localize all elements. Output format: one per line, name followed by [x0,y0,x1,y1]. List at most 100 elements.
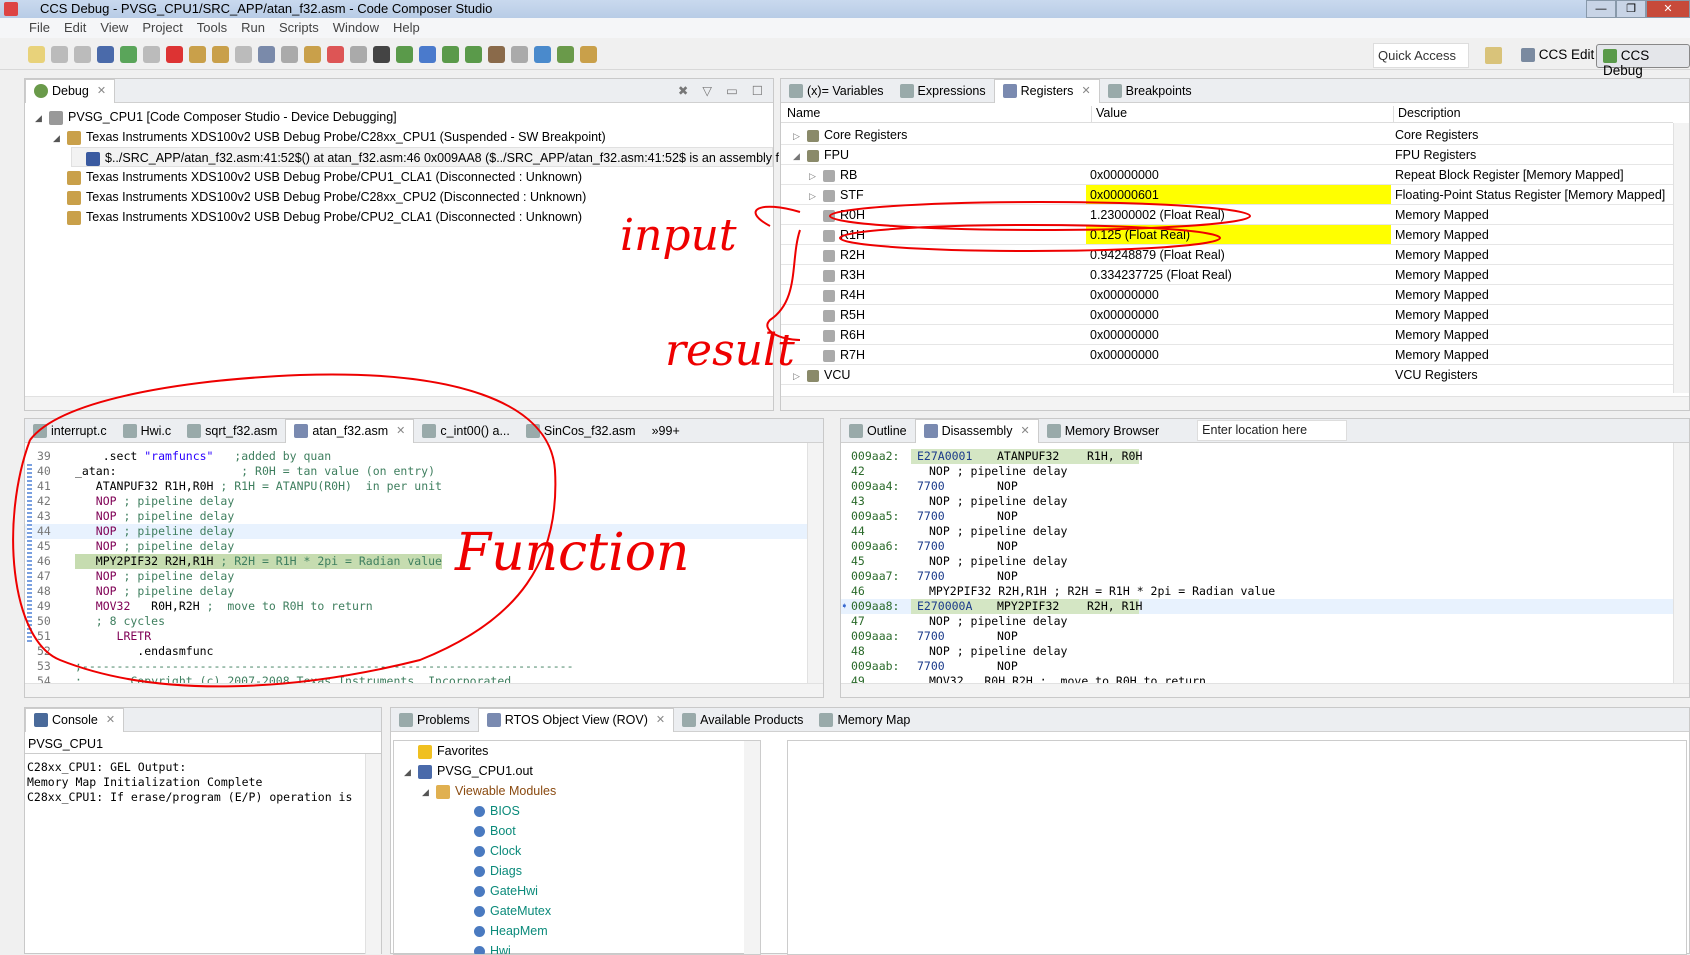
toolbar-button-icon[interactable] [488,46,505,63]
expand-icon[interactable]: ◢ [793,146,807,164]
tab-registers-0[interactable]: (x)= Variables [781,79,892,103]
column-header-description[interactable]: Description [1393,106,1461,123]
menu-run[interactable]: Run [234,18,272,38]
toolbar-button-icon[interactable] [419,46,436,63]
toolbar-button-icon[interactable] [511,46,528,63]
rov-tree-item[interactable]: ◢ Viewable Modules [422,781,556,801]
horizontal-scrollbar[interactable] [25,396,773,410]
disassembly-line[interactable]: 009aa8: E270000A MPY2PIF32 R2H, R1H ➧ [841,599,1673,614]
toolbar-button-icon[interactable] [51,46,68,63]
register-value[interactable]: 0.125 (Float Real) [1086,225,1391,244]
tab-registers-1[interactable]: Expressions [892,79,994,103]
register-value[interactable]: 0.94248879 (Float Real) [1086,245,1391,264]
rov-tree-item[interactable]: GateHwi [460,881,538,901]
disassembly-line[interactable]: 009aa7: 7700 NOP [841,569,1673,584]
console-output[interactable]: C28xx_CPU1: GEL Output: Memory Map Initia… [27,760,365,805]
register-value[interactable]: 0x00000000 [1086,325,1391,344]
menu-edit[interactable]: Edit [57,18,93,38]
menu-project[interactable]: Project [135,18,189,38]
editor-tabs-overflow[interactable]: »99+ [644,419,688,443]
expand-icon[interactable]: ◢ [35,108,49,128]
expand-icon[interactable]: ◢ [53,128,67,148]
code-line[interactable]: 49 MOV32 R0H,R2H ; move to R0H to return [25,599,807,614]
perspective-ccs-edit[interactable]: CCS Edit [1515,44,1600,68]
register-row[interactable]: R1H 0.125 (Float Real) Memory Mapped [781,225,1673,245]
tab-console[interactable]: Console ✕ [25,707,125,732]
tab-editor-3[interactable]: atan_f32.asm ✕ [285,418,415,443]
horizontal-scrollbar[interactable] [25,683,823,697]
tab-rov-1[interactable]: RTOS Object View (ROV) ✕ [477,707,675,732]
menu-window[interactable]: Window [326,18,386,38]
register-value[interactable]: 1.23000002 (Float Real) [1086,205,1391,224]
code-line[interactable]: 43 NOP ; pipeline delay [25,509,807,524]
disassembly-listing[interactable]: 009aa2: E27A0001 ATANPUF32 R1H, R0H 42 NOP ;… [841,449,1673,685]
debug-tree-item[interactable]: ◢ PVSG_CPU1 [Code Composer Studio - Devic… [35,107,397,127]
register-value[interactable]: 0x00000000 [1086,345,1391,364]
register-row[interactable]: R2H 0.94248879 (Float Real) Memory Mapped [781,245,1673,265]
register-row[interactable]: R3H 0.334237725 (Float Real) Memory Mapped [781,265,1673,285]
rov-tree-item[interactable]: HeapMem [460,921,548,941]
toolbar-button-icon[interactable] [465,46,482,63]
register-row[interactable]: R6H 0x00000000 Memory Mapped [781,325,1673,345]
disassembly-line[interactable]: 009aa4: 7700 NOP [841,479,1673,494]
register-row[interactable]: R7H 0x00000000 Memory Mapped [781,345,1673,365]
rov-tree-item[interactable]: Favorites [404,741,488,761]
maximize-view-icon[interactable]: ☐ [752,83,763,98]
register-value[interactable]: 0x00000000 [1086,165,1391,184]
expand-icon[interactable]: ▷ [793,126,807,144]
toolbar-button-icon[interactable] [304,46,321,63]
perspective-ccs-debug[interactable]: CCS Debug [1596,44,1690,78]
toolbar-button-icon[interactable] [534,46,551,63]
code-editor[interactable]: 39 .sect "ramfuncs" ;added by quan 40 _ata… [25,443,807,683]
toolbar-button-icon[interactable] [74,46,91,63]
toolbar-button-icon[interactable] [350,46,367,63]
register-value[interactable]: 0x00000000 [1086,305,1391,324]
column-header-name[interactable]: Name [787,106,820,120]
register-value[interactable]: 0x00000000 [1086,285,1391,304]
register-value[interactable] [1086,145,1391,164]
toolbar-button-icon[interactable] [281,46,298,63]
toolbar-button-icon[interactable] [580,46,597,63]
tab-editor-4[interactable]: c_int00() a... [414,419,517,443]
vertical-scrollbar[interactable] [1673,443,1689,685]
rov-tree-item[interactable]: ◢ PVSG_CPU1.out [404,761,533,781]
tab-disassembly-2[interactable]: Memory Browser [1039,419,1167,443]
rov-tree-item[interactable]: Clock [460,841,521,861]
toolbar-button-icon[interactable] [143,46,160,63]
disassembly-line[interactable]: 48 NOP ; pipeline delay [841,644,1673,659]
column-header-value[interactable]: Value [1091,106,1127,123]
disassembly-line[interactable]: 009aa2: E27A0001 ATANPUF32 R1H, R0H [841,449,1673,464]
minimize-view-icon[interactable]: ▭ [726,83,738,98]
expand-icon[interactable]: ◢ [422,782,436,802]
tab-rov-2[interactable]: Available Products [674,708,811,732]
vertical-scrollbar[interactable] [365,754,381,954]
expand-icon[interactable]: ▷ [809,186,823,204]
toolbar-button-icon[interactable] [28,46,45,63]
view-menu-icon[interactable]: ▽ [702,83,712,98]
menu-tools[interactable]: Tools [190,18,234,38]
quick-access-input[interactable]: Quick Access [1373,43,1469,68]
menu-file[interactable]: File [22,18,57,38]
toolbar-button-icon[interactable] [166,46,183,63]
toolbar-button-icon[interactable] [120,46,137,63]
disassembly-line[interactable]: 43 NOP ; pipeline delay [841,494,1673,509]
register-value[interactable]: 0x00000601 [1086,185,1391,204]
tab-debug[interactable]: Debug ✕ [25,78,116,103]
disassembly-line[interactable]: 46 MPY2PIF32 R2H,R1H ; R2H = R1H * 2pi = … [841,584,1673,599]
expand-icon[interactable]: ▷ [793,366,807,384]
disassembly-line[interactable]: 009aa5: 7700 NOP [841,509,1673,524]
rov-tree-item[interactable]: Diags [460,861,522,881]
register-row[interactable]: R0H 1.23000002 (Float Real) Memory Mapped [781,205,1673,225]
rov-tree-item[interactable]: Hwi [460,941,511,954]
rov-tree-item[interactable]: GateMutex [460,901,551,921]
location-input[interactable]: Enter location here [1197,420,1348,441]
close-tab-icon[interactable]: ✕ [97,79,106,103]
code-line[interactable]: 50 ; 8 cycles [25,614,807,629]
toolbar-button-icon[interactable] [396,46,413,63]
debug-tree-item[interactable]: Texas Instruments XDS100v2 USB Debug Pro… [53,207,582,227]
expand-icon[interactable]: ▷ [809,166,823,184]
disassembly-line[interactable]: 45 NOP ; pipeline delay [841,554,1673,569]
tab-editor-5[interactable]: SinCos_f32.asm [518,419,644,443]
code-line[interactable]: 53 ;-------------------------------------… [25,659,807,674]
code-line[interactable]: 45 NOP ; pipeline delay [25,539,807,554]
